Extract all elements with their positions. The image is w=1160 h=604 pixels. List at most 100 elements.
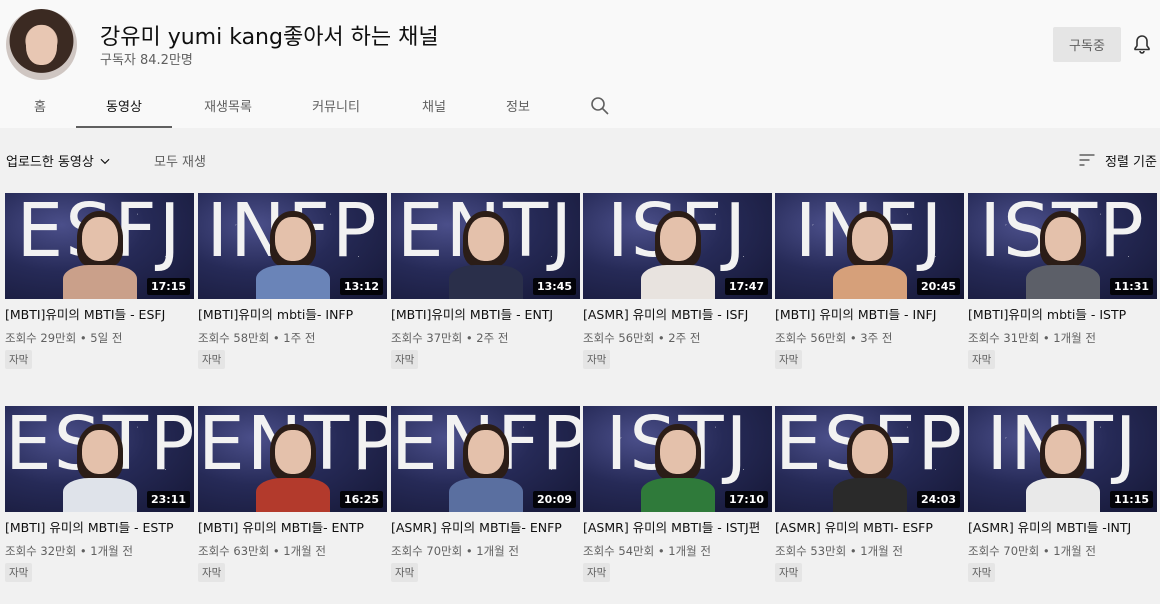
play-all-button[interactable]: 모두 재생 — [154, 151, 206, 170]
video-duration: 20:09 — [532, 491, 576, 508]
person-body — [641, 478, 715, 512]
video-duration: 20:45 — [916, 278, 960, 295]
video-thumbnail[interactable]: ENTJ13:45 — [391, 193, 580, 299]
channel-avatar[interactable] — [6, 9, 77, 80]
video-title[interactable]: [ASMR] 유미의 MBTI- ESFP — [775, 519, 964, 537]
video-meta: 조회수 70만회 • 1개월 전 — [968, 544, 1096, 558]
video-title[interactable]: [MBTI]유미의 MBTI들 - ESFJ — [5, 306, 194, 324]
video-thumbnail[interactable]: ISTJ17:10 — [583, 406, 772, 512]
video-card[interactable]: INFP13:12 [MBTI]유미의 mbti들- INFP 조회수 58만회 •… — [198, 193, 387, 369]
filter-row: 업로드한 동영상 모두 재생 정렬 기준 — [0, 128, 1160, 190]
thumbnail-person — [63, 424, 137, 512]
subtitle-badge: 자막 — [583, 350, 611, 369]
subtitle-badge: 자막 — [775, 563, 803, 582]
thumbnail-person — [1026, 424, 1100, 512]
sort-button[interactable]: 정렬 기준 — [1077, 150, 1157, 170]
channel-name: 강유미 yumi kang좋아서 하는 채널 — [100, 25, 439, 50]
video-title[interactable]: [ASMR] 유미의 MBTI들- ENFP — [391, 519, 580, 537]
video-title[interactable]: [MBTI]유미의 mbti들 - ISTP — [968, 306, 1157, 324]
videos-content: 업로드한 동영상 모두 재생 정렬 기준 ESFJ17:15[MBTI]유미의 … — [0, 128, 1160, 604]
person-head — [852, 430, 888, 474]
tab-channels[interactable]: 채널 — [386, 86, 482, 128]
video-title[interactable]: [MBTI]유미의 mbti들- INFP — [198, 306, 387, 324]
video-duration: 16:25 — [339, 491, 383, 508]
video-card[interactable]: ESFJ17:15 [MBTI]유미의 MBTI들 - ESFJ 조회수 29만회 … — [5, 193, 194, 369]
video-card[interactable]: ENFP20:09 [ASMR] 유미의 MBTI들- ENFP 조회수 70만회 … — [391, 406, 580, 582]
thumbnail-person — [256, 424, 330, 512]
avatar-face — [26, 25, 57, 65]
video-card[interactable]: INTJ11:15 [ASMR] 유미의 MBTI들 -INTJ 조회수 70만회 … — [968, 406, 1157, 582]
video-card[interactable]: ISTJ17:10 [ASMR] 유미의 MBTI들 - ISTJ편조회수 54만… — [583, 406, 772, 582]
person-body — [1026, 478, 1100, 512]
video-card[interactable]: ISFJ17:47 [ASMR] 유미의 MBTI들 - ISFJ 조회수 56만회… — [583, 193, 772, 369]
video-card[interactable]: INFJ20:45 [MBTI] 유미의 MBTI들 - INFJ 조회수 56만회… — [775, 193, 964, 369]
video-meta: 조회수 31만회 • 1개월 전 — [968, 331, 1096, 345]
video-card[interactable]: ESFP24:03 [ASMR] 유미의 MBTI- ESFP 조회수 53만회 •… — [775, 406, 964, 582]
video-title[interactable]: [MBTI] 유미의 MBTI들 - INFJ — [775, 306, 964, 324]
tab-home[interactable]: 홈 — [0, 86, 80, 128]
video-title[interactable]: [MBTI]유미의 MBTI들 - ENTJ — [391, 306, 580, 324]
video-title[interactable]: [ASMR] 유미의 MBTI들 -INTJ — [968, 519, 1157, 537]
video-thumbnail[interactable]: INFP13:12 — [198, 193, 387, 299]
video-meta: 조회수 56만회 • 2주 전 — [583, 331, 701, 345]
subtitle-badge: 자막 — [198, 563, 226, 582]
person-head — [468, 430, 504, 474]
subtitle-badge: 자막 — [968, 350, 996, 369]
person-body — [256, 265, 330, 299]
channel-header: 강유미 yumi kang좋아서 하는 채널 구독자 84.2만명 구독중 홈 … — [0, 0, 1160, 128]
video-card[interactable]: ISTP11:31 [MBTI]유미의 mbti들 - ISTP 조회수 31만회 … — [968, 193, 1157, 369]
subtitle-badge: 자막 — [5, 350, 33, 369]
video-title[interactable]: [MBTI] 유미의 MBTI들- ENTP — [198, 519, 387, 537]
thumbnail-person — [449, 424, 523, 512]
person-body — [449, 478, 523, 512]
person-head — [852, 217, 888, 261]
video-title[interactable]: [ASMR] 유미의 MBTI들 - ISFJ — [583, 306, 772, 324]
video-thumbnail[interactable]: ESFJ17:15 — [5, 193, 194, 299]
video-thumbnail[interactable]: INTJ11:15 — [968, 406, 1157, 512]
subtitle-badge: 자막 — [583, 563, 611, 582]
thumbnail-person — [641, 211, 715, 299]
video-thumbnail[interactable]: ENTP16:25 — [198, 406, 387, 512]
person-body — [63, 265, 137, 299]
thumbnail-person — [63, 211, 137, 299]
tab-about[interactable]: 정보 — [470, 86, 566, 128]
search-icon[interactable] — [588, 94, 612, 118]
tab-playlists[interactable]: 재생목록 — [180, 86, 276, 128]
sort-icon — [1079, 154, 1095, 166]
video-card[interactable]: ENTP16:25 [MBTI] 유미의 MBTI들- ENTP 조회수 63만회 … — [198, 406, 387, 582]
person-head — [1045, 217, 1081, 261]
video-thumbnail[interactable]: ISTP11:31 — [968, 193, 1157, 299]
person-head — [275, 430, 311, 474]
subscribe-button[interactable]: 구독중 — [1053, 27, 1121, 62]
video-meta: 조회수 29만회 • 5일 전 — [5, 331, 123, 345]
video-meta: 조회수 53만회 • 1개월 전 — [775, 544, 903, 558]
subtitle-badge: 자막 — [391, 563, 419, 582]
thumbnail-person — [256, 211, 330, 299]
video-duration: 23:11 — [146, 491, 190, 508]
person-body — [833, 265, 907, 299]
person-head — [1045, 430, 1081, 474]
tab-community[interactable]: 커뮤니티 — [288, 86, 384, 128]
thumbnail-person — [449, 211, 523, 299]
video-thumbnail[interactable]: INFJ20:45 — [775, 193, 964, 299]
video-meta: 조회수 37만회 • 2주 전 — [391, 331, 509, 345]
video-thumbnail[interactable]: ISFJ17:47 — [583, 193, 772, 299]
uploads-dropdown[interactable]: 업로드한 동영상 — [6, 151, 112, 170]
video-thumbnail[interactable]: ENFP20:09 — [391, 406, 580, 512]
video-title[interactable]: [MBTI] 유미의 MBTI들 - ESTP — [5, 519, 194, 537]
person-body — [449, 265, 523, 299]
tab-videos[interactable]: 동영상 — [76, 86, 172, 128]
person-head — [468, 217, 504, 261]
video-duration: 11:15 — [1109, 491, 1153, 508]
subtitle-badge: 자막 — [391, 350, 419, 369]
person-head — [660, 217, 696, 261]
person-head — [275, 217, 311, 261]
video-thumbnail[interactable]: ESFP24:03 — [775, 406, 964, 512]
video-card[interactable]: ESTP23:11 [MBTI] 유미의 MBTI들 - ESTP 조회수 32만회… — [5, 406, 194, 582]
video-card[interactable]: ENTJ13:45 [MBTI]유미의 MBTI들 - ENTJ 조회수 37만회 … — [391, 193, 580, 369]
video-thumbnail[interactable]: ESTP23:11 — [5, 406, 194, 512]
person-body — [833, 478, 907, 512]
bell-icon[interactable] — [1130, 33, 1154, 57]
video-duration: 17:47 — [724, 278, 768, 295]
video-title[interactable]: [ASMR] 유미의 MBTI들 - ISTJ편 — [583, 519, 772, 537]
